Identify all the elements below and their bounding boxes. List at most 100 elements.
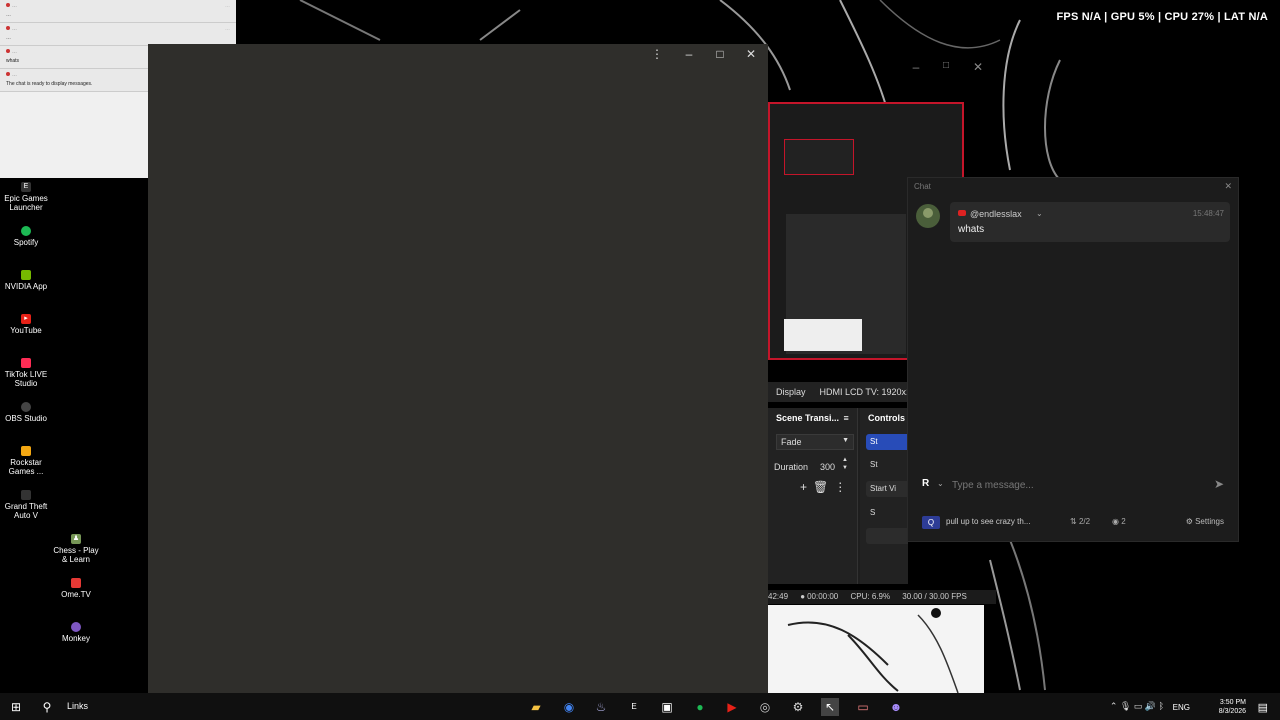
transition-select[interactable]: Fade ▼	[776, 434, 854, 450]
desktop-icon-epic-games[interactable]: E Epic Games Launcher	[0, 182, 52, 212]
settings-button[interactable]	[866, 528, 908, 544]
desktop-icon-spotify[interactable]: Spotify	[0, 226, 52, 247]
start-recording-button[interactable]: St	[866, 457, 908, 473]
desktop-icon-youtube[interactable]: ▸ YouTube	[0, 314, 52, 335]
notifications-icon[interactable]: ▤	[1258, 701, 1268, 714]
network-icon[interactable]: ▭	[1134, 701, 1143, 711]
tiktok-icon	[21, 358, 31, 368]
desktop-icon-monkey[interactable]: Monkey	[50, 622, 102, 643]
chat-timestamp: 15:48:47	[1192, 209, 1224, 218]
close-icon[interactable]: ✕	[1224, 181, 1232, 192]
chat-count: ⇅ 2/2	[1070, 517, 1091, 526]
duration-input[interactable]: 300	[820, 462, 835, 472]
chrome-icon[interactable]: ◉	[560, 698, 578, 716]
scene-transitions-title: Scene Transi... ≡	[776, 413, 849, 423]
trash-icon[interactable]: 🗑	[813, 480, 828, 494]
desktop-icon-chess[interactable]: ♟ Chess - Play & Learn	[50, 534, 102, 564]
more-options-icon[interactable]: ⋮	[834, 480, 846, 494]
youtube-icon	[958, 210, 966, 216]
preview-nested-window	[784, 139, 854, 175]
desktop-icon-tiktok-live[interactable]: TikTok LIVE Studio	[0, 358, 52, 388]
lat-value: N/A	[1248, 11, 1268, 23]
poll-text[interactable]: pull up to see crazy th...	[946, 517, 1031, 526]
desktop-icon-label: Monkey	[61, 634, 90, 643]
start-streaming-button[interactable]: St	[866, 434, 908, 450]
volume-icon[interactable]: 🔊	[1145, 701, 1156, 711]
chat-username[interactable]: @endlesslax	[970, 209, 1022, 219]
add-icon[interactable]: +	[800, 480, 807, 494]
maximize-button[interactable]: □	[938, 60, 954, 71]
more-options-icon[interactable]: ⋮	[649, 47, 665, 61]
close-button[interactable]: ✕	[743, 47, 759, 61]
obs-icon[interactable]: ◎	[756, 698, 774, 716]
obs-status-bar: 42:49 ● 00:00:00 CPU: 6.9% 30.00 / 30.00 …	[768, 590, 996, 604]
start-virtual-camera-button[interactable]: Start Vi	[866, 481, 908, 497]
cpu-value: 27%	[1191, 11, 1215, 23]
lat-label: LAT	[1224, 11, 1246, 23]
desktop-icon-nvidia[interactable]: NVIDIA App	[0, 270, 52, 291]
desktop-icon-label: Ome.TV	[61, 590, 91, 599]
rockstar-icon	[21, 446, 31, 456]
taskbar-search-label[interactable]: Links	[67, 701, 88, 711]
send-icon[interactable]: ➤	[1214, 477, 1224, 491]
dock-menu-icon[interactable]: ≡	[844, 413, 849, 423]
microphone-icon[interactable]: 🎙	[1120, 701, 1131, 711]
windows-start-icon[interactable]: ⊞	[7, 698, 25, 716]
minimize-button[interactable]: –	[908, 60, 924, 74]
obs-display-bar: Display HDMI LCD TV: 1920x108	[768, 382, 908, 402]
account-selector[interactable]: R	[922, 478, 929, 489]
clock[interactable]: 3:50 PM 8/3/2026	[1196, 698, 1246, 716]
record-time: 00:00:00	[807, 592, 839, 601]
mini-chat-user: …	[12, 26, 17, 32]
chevron-up-icon[interactable]: ⌃	[1110, 701, 1118, 711]
chevron-down-icon[interactable]: ⌄	[937, 479, 944, 488]
epic-games-icon: E	[21, 182, 31, 192]
cursor-app-icon[interactable]: ↖	[821, 698, 839, 716]
maximize-button[interactable]: □	[712, 47, 728, 61]
desktop-icon-rockstar[interactable]: Rockstar Games ...	[0, 446, 52, 476]
monkey-icon	[71, 622, 81, 632]
epic-games-icon[interactable]: E	[625, 698, 643, 716]
controls-dock: Controls St St Start Vi S	[860, 408, 908, 584]
chat-settings-button[interactable]: ⚙ Settings	[1186, 517, 1224, 526]
store-icon[interactable]: ▣	[658, 698, 676, 716]
desktop-icons: E Epic Games Launcher Spotify NVIDIA App …	[0, 178, 148, 693]
desktop-icon-ome-tv[interactable]: Ome.TV	[50, 578, 102, 599]
mini-chat-text: …	[6, 35, 11, 41]
display-select[interactable]: HDMI LCD TV: 1920x108	[820, 387, 908, 397]
desktop-icon-gta-v[interactable]: Grand Theft Auto V	[0, 490, 52, 520]
search-icon[interactable]: ⚲	[38, 698, 56, 716]
duration-label: Duration	[774, 462, 809, 472]
desktop-icon-obs[interactable]: OBS Studio	[0, 402, 52, 423]
desktop-icon-label: YouTube	[10, 326, 42, 335]
youtube-icon	[6, 49, 10, 53]
steam-icon[interactable]: ♨	[592, 698, 610, 716]
obs-docks: Scene Transi... ≡ Fade ▼ Duration 300 ▲ ▼ …	[768, 408, 908, 584]
duration-spinner[interactable]: ▲ ▼	[842, 456, 848, 472]
gpu-label: GPU	[1110, 11, 1136, 23]
language-indicator[interactable]: ENG	[1173, 703, 1190, 712]
poll-icon[interactable]: Q	[922, 516, 940, 529]
desktop-icon-label: Chess - Play & Learn	[53, 546, 99, 564]
minimize-button[interactable]: –	[681, 47, 697, 61]
studio-mode-button[interactable]: S	[866, 505, 908, 521]
chat-panel: Chat ✕ @endlesslax ⌄ 15:48:47 whats R ⌄ …	[907, 177, 1239, 542]
file-explorer-icon[interactable]: ▰	[527, 698, 545, 716]
performance-overlay: FPS N/A | GPU 5% | CPU 27% | LAT N/A	[1056, 11, 1268, 23]
app-icon[interactable]: ▭	[854, 698, 872, 716]
settings-icon[interactable]: ⚙	[789, 698, 807, 716]
desktop-icon-label: Rockstar Games ...	[8, 458, 44, 476]
spotify-icon[interactable]: ●	[691, 698, 709, 716]
youtube-icon[interactable]: ▶	[723, 698, 741, 716]
monkey-icon[interactable]: ☻	[887, 698, 905, 716]
youtube-icon	[6, 3, 10, 7]
gta-icon	[21, 490, 31, 500]
youtube-icon	[6, 26, 10, 30]
chat-message-input[interactable]	[952, 476, 1202, 494]
chess-icon: ♟	[71, 534, 81, 544]
chevron-down-icon[interactable]: ⌄	[1036, 209, 1043, 218]
tray-icons: ⌃ 🎙 ▭ 🔊 ᛒ	[1110, 701, 1164, 712]
spotify-icon	[21, 226, 31, 236]
bluetooth-icon[interactable]: ᛒ	[1159, 701, 1164, 711]
close-button[interactable]: ✕	[970, 60, 986, 74]
